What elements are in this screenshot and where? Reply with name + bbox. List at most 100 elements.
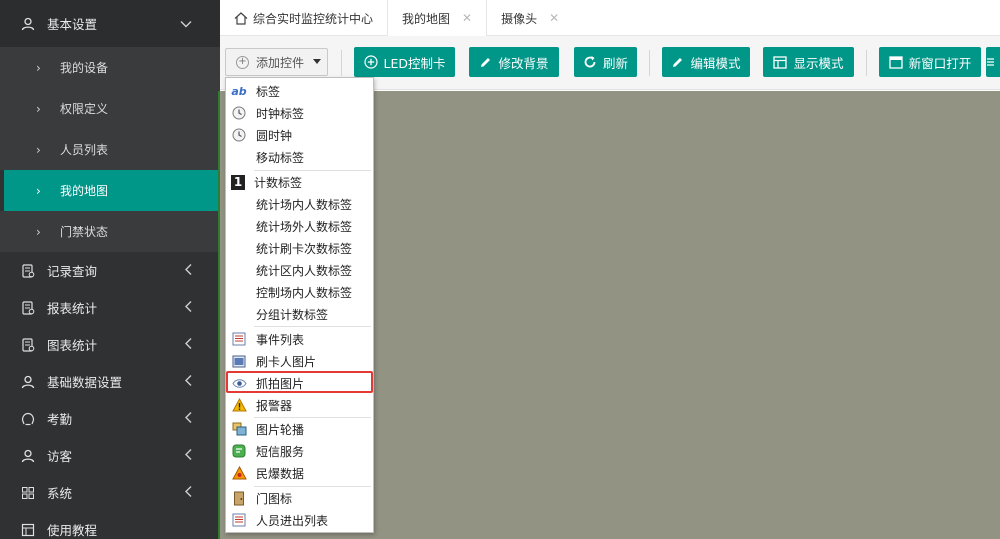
change-background-button[interactable]: 修改背景 (469, 47, 559, 77)
menu-item-count-outside[interactable]: 统计场外人数标签 (226, 215, 373, 237)
sidebar-group-report-stats[interactable]: 报表统计 (0, 289, 220, 326)
sidebar-item-label: 人员列表 (60, 143, 109, 157)
add-control-menu: ab 标签 时钟标签 圆时钟 移动标签 1 计数标签 统计场内人数标签 统计场外… (225, 77, 374, 533)
menu-item-text: 抓拍图片 (256, 376, 305, 391)
tab-label: 我的地图 (402, 11, 451, 26)
sidebar-group-record-query[interactable]: 记录查询 (0, 252, 220, 289)
button-label: 编辑模式 (690, 55, 741, 71)
attendance-icon (18, 412, 38, 426)
sidebar-group-basic-settings[interactable]: 基本设置 (0, 0, 220, 47)
window-icon (889, 55, 903, 69)
edit-mode-button[interactable]: 编辑模式 (662, 47, 750, 77)
visitor-icon (18, 449, 38, 463)
chevron-right-icon: › (36, 101, 41, 116)
sidebar-item-door-status[interactable]: › 门禁状态 (0, 211, 220, 252)
tab-my-map[interactable]: 我的地图 ✕ (388, 0, 488, 36)
menu-item-text: 时钟标签 (256, 106, 305, 121)
pencil-icon (481, 57, 491, 67)
sidebar-item-label: 门禁状态 (60, 225, 109, 239)
sidebar-item-personnel-list[interactable]: › 人员列表 (0, 129, 220, 170)
menu-item-event-list[interactable]: 事件列表 (226, 328, 373, 350)
tab-label: 摄像头 (501, 11, 538, 26)
menu-item-text: 门图标 (256, 491, 293, 506)
chevron-left-icon (184, 300, 192, 315)
chevron-left-icon (184, 263, 192, 278)
button-label: 新窗口打开 (908, 55, 972, 71)
menu-divider (254, 326, 371, 327)
chevron-down-icon (180, 16, 192, 31)
menu-item-moving-label[interactable]: 移动标签 (226, 146, 373, 168)
ab-icon: ab (231, 84, 247, 98)
menu-item-count-zone[interactable]: 统计区内人数标签 (226, 259, 373, 281)
menu-item-round-clock[interactable]: 圆时钟 (226, 124, 373, 146)
menu-item-alarm[interactable]: 报警器 (226, 394, 373, 416)
sidebar-group-visitor[interactable]: 访客 (0, 437, 220, 474)
menu-item-explosive-data[interactable]: 民爆数据 (226, 462, 373, 484)
menu-item-counter-label[interactable]: 1 计数标签 (226, 171, 373, 193)
close-icon[interactable]: ✕ (549, 11, 559, 25)
menu-item-door-icon[interactable]: 门图标 (226, 487, 373, 509)
home-icon (234, 11, 248, 25)
menu-item-card-holder-photo[interactable]: 刷卡人图片 (226, 350, 373, 372)
button-label: 显示模式 (793, 55, 844, 71)
more-button[interactable] (986, 47, 1000, 77)
list-icon (231, 512, 247, 528)
tutorial-icon (18, 523, 38, 537)
clock-icon (231, 105, 247, 121)
menu-item-control-inside[interactable]: 控制场内人数标签 (226, 281, 373, 303)
refresh-button[interactable]: 刷新 (574, 47, 637, 77)
sidebar-group-label: 考勤 (47, 412, 73, 427)
display-mode-button[interactable]: 显示模式 (763, 47, 854, 77)
sidebar-group-label: 记录查询 (47, 264, 98, 279)
menu-item-text: 短信服务 (256, 444, 305, 459)
sidebar-item-my-map[interactable]: › 我的地图 (4, 170, 220, 211)
menu-item-text: 控制场内人数标签 (256, 285, 353, 300)
toolbar-divider (649, 50, 650, 76)
menu-item-text: 事件列表 (256, 332, 305, 347)
menu-item-count-swipes[interactable]: 统计刷卡次数标签 (226, 237, 373, 259)
menu-item-sms-service[interactable]: 短信服务 (226, 440, 373, 462)
sms-icon (231, 443, 247, 459)
tab-camera[interactable]: 摄像头 ✕ (487, 0, 573, 36)
menu-item-snapshot-picture[interactable]: 抓拍图片 (226, 372, 373, 394)
chart-icon (18, 337, 38, 352)
table-icon (773, 55, 788, 69)
menu-item-personnel-in-out-list[interactable]: 人员进出列表 (226, 509, 373, 531)
toolbar-divider (341, 50, 342, 76)
sidebar-group-system[interactable]: 系统 (0, 474, 220, 511)
close-icon[interactable]: ✕ (462, 11, 472, 25)
list-icon (987, 58, 994, 66)
sidebar-item-label: 我的设备 (60, 61, 109, 75)
sidebar-group-attendance[interactable]: 考勤 (0, 400, 220, 437)
sidebar-group-basic-data[interactable]: 基础数据设置 (0, 363, 220, 400)
menu-item-text: 移动标签 (256, 150, 305, 165)
menu-item-picture-carousel[interactable]: 图片轮播 (226, 418, 373, 440)
menu-item-text: 民爆数据 (256, 466, 305, 481)
menu-item-group-counter[interactable]: 分组计数标签 (226, 303, 373, 325)
sidebar-group-chart-stats[interactable]: 图表统计 (0, 326, 220, 363)
tab-label: 综合实时监控统计中心 (253, 11, 374, 26)
sidebar-item-permissions[interactable]: › 权限定义 (0, 88, 220, 129)
sidebar-item-my-devices[interactable]: › 我的设备 (0, 47, 220, 88)
add-control-dropdown-button[interactable]: + 添加控件 (225, 48, 328, 76)
menu-item-label[interactable]: ab 标签 (226, 80, 373, 102)
sidebar-group-label: 系统 (47, 486, 73, 501)
sidebar-group-label: 基本设置 (47, 17, 98, 32)
sidebar-group-tutorial[interactable]: 使用教程 (0, 511, 220, 539)
led-controller-button[interactable]: LED控制卡 (354, 47, 455, 77)
menu-item-text: 标签 (256, 84, 281, 99)
menu-item-count-inside[interactable]: 统计场内人数标签 (226, 193, 373, 215)
add-control-label: 添加控件 (256, 55, 305, 70)
picture-icon (231, 353, 247, 369)
menu-item-clock-label[interactable]: 时钟标签 (226, 102, 373, 124)
report-icon (18, 300, 38, 315)
chevron-left-icon (184, 374, 192, 389)
open-new-window-button[interactable]: 新窗口打开 (879, 47, 981, 77)
tab-monitor-center[interactable]: 综合实时监控统计中心 (220, 0, 389, 36)
chevron-right-icon: › (36, 224, 41, 239)
chevron-left-icon (184, 485, 192, 500)
refresh-icon (584, 56, 596, 68)
eye-icon (231, 375, 247, 391)
pencil-icon (673, 57, 683, 67)
toolbar-divider (866, 50, 867, 76)
